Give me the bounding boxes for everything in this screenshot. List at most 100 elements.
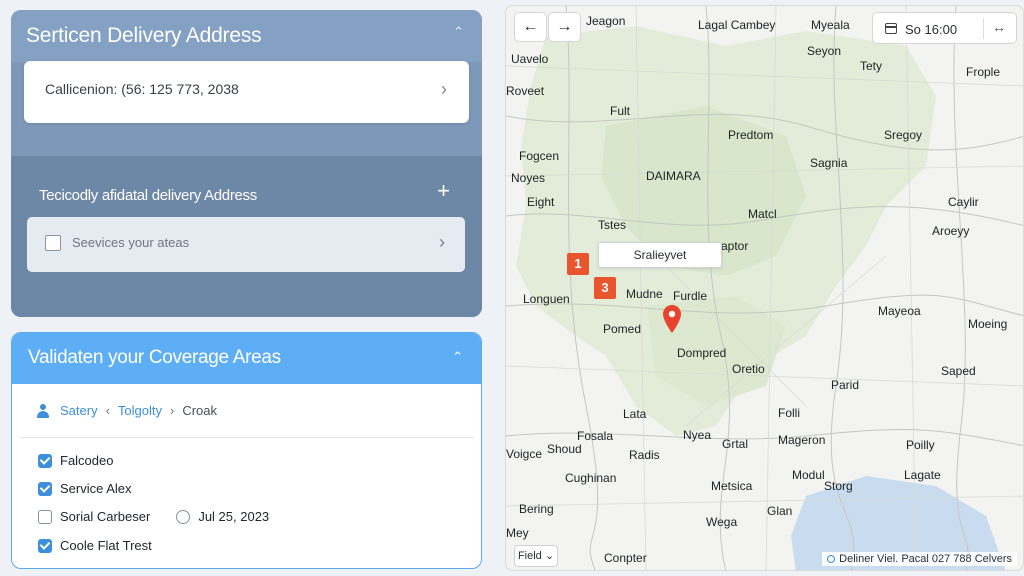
map-label: Fosala: [577, 429, 614, 443]
expand-arrows-icon[interactable]: ↔: [992, 19, 1006, 35]
map-label: Bering: [519, 502, 554, 516]
map-label: Voigce: [506, 447, 543, 461]
map-label: Caylir: [948, 195, 979, 209]
map-label: Dompred: [677, 346, 727, 360]
back-button[interactable]: ←: [514, 12, 547, 42]
map-label: Furdle: [673, 289, 708, 303]
map-label: Folli: [778, 406, 801, 420]
collapse-icon[interactable]: ⌃: [453, 24, 464, 40]
option-label: Falcodeo: [60, 453, 114, 468]
divider: [20, 437, 474, 438]
saved-address-card[interactable]: Callicenion: (56: 125 773, 2038 ›: [24, 61, 469, 123]
coverage-option[interactable]: Falcodeo: [38, 453, 113, 468]
additional-address-section: Tecicodly afidatal delivery Address + Se…: [11, 156, 482, 317]
chevron-right-icon[interactable]: ›: [441, 79, 447, 100]
map-label: aptor: [721, 239, 749, 253]
map-label: Myeala: [811, 18, 850, 32]
map-label: Parid: [831, 378, 860, 392]
map-label: Cughinan: [565, 471, 617, 485]
breadcrumb-item[interactable]: Tolgolty: [118, 403, 162, 418]
map-label: Eight: [527, 195, 555, 209]
map-label: Saped: [941, 364, 976, 378]
date-radio[interactable]: [176, 509, 191, 524]
breadcrumb: Satery ‹ Tolgolty › Croak: [36, 403, 217, 418]
map-label: Tstes: [598, 218, 627, 232]
map-label: Lagate: [904, 468, 941, 482]
info-icon: [827, 555, 836, 563]
map-attribution: Deliner Viel. Pacal 027 788 Celvers: [822, 552, 1017, 566]
delivery-address-panel: Serticen Delivery Address ⌃ Callicenion:…: [11, 10, 482, 317]
breadcrumb-item[interactable]: Satery: [60, 403, 98, 418]
map-label: Sagnia: [810, 156, 848, 170]
map-label: Fogcen: [519, 149, 560, 163]
map-label: Lagal Cambey: [698, 18, 776, 32]
chevron-down-icon: ⌄: [544, 550, 555, 562]
map-marker-number[interactable]: 1: [567, 253, 589, 275]
map-label: Poilly: [906, 438, 935, 452]
breadcrumb-current: Croak: [182, 403, 218, 418]
time-selector[interactable]: So 16:00 ↔: [872, 12, 1017, 44]
map-label: Seyon: [807, 44, 842, 58]
map-label: Lata: [623, 407, 647, 421]
map-view[interactable]: Jeagon Lagal Cambey Myeala Uavelo Seyon …: [505, 5, 1024, 571]
map-label: Nyea: [683, 428, 712, 442]
checkbox[interactable]: [38, 538, 52, 553]
chevron-right-icon: ›: [170, 403, 175, 418]
option-label: Service Alex: [60, 481, 132, 496]
map-label: Sregoy: [884, 128, 923, 142]
map-label: Wega: [706, 515, 738, 529]
coverage-panel: Validaten your Coverage Areas ⌃ Satery ‹…: [11, 332, 482, 569]
map-label: Predtom: [728, 128, 774, 142]
checkbox[interactable]: [38, 509, 52, 524]
map-label: Mudne: [626, 287, 663, 301]
map-label: Moeing: [968, 317, 1008, 331]
map-label: Tety: [860, 59, 883, 73]
saved-address-text: Callicenion: (56: 125 773, 2038: [45, 81, 239, 97]
time-value: So 16:00: [905, 22, 958, 37]
map-label: Matcl: [748, 207, 777, 221]
map-label: Shoud: [547, 442, 582, 456]
map-label: Storg: [824, 479, 853, 493]
map-label: Glan: [767, 504, 793, 518]
service-areas-field[interactable]: Seevices your ateas ›: [27, 217, 465, 272]
map-label: Mey: [506, 526, 529, 540]
attribution-text: Deliner Viel. Pacal 027 788 Celvers: [839, 553, 1012, 565]
map-label: DAIMARA: [646, 169, 701, 183]
chevron-left-icon: ‹: [105, 403, 110, 418]
checkbox[interactable]: [38, 453, 52, 468]
checkbox[interactable]: [38, 481, 52, 496]
map-label: Aroeyy: [932, 224, 970, 238]
map-label: Frople: [966, 65, 1001, 79]
map-tooltip: Sralieyvet: [598, 242, 722, 268]
coverage-option[interactable]: Service Alex: [38, 481, 132, 496]
date-label: Jul 25, 2023: [198, 509, 270, 524]
layer-dropdown[interactable]: Field ⌄: [514, 545, 558, 567]
coverage-option[interactable]: Sorial Carbeser Jul 25, 2023: [38, 509, 269, 524]
calendar-icon: [885, 23, 897, 34]
chevron-right-icon[interactable]: ›: [439, 232, 445, 253]
map-label: Uavelo: [511, 52, 549, 66]
delivery-address-header[interactable]: Serticen Delivery Address ⌃: [11, 10, 482, 62]
map-label: Pomed: [603, 322, 642, 336]
additional-address-title: Tecicodly afidatal delivery Address: [39, 187, 257, 204]
service-areas-placeholder: Seevices your ateas: [72, 235, 190, 250]
collapse-icon[interactable]: ⌃: [452, 349, 463, 365]
add-address-plus-icon[interactable]: +: [437, 180, 450, 202]
map-terrain: [506, 6, 1023, 570]
service-areas-checkbox[interactable]: [45, 235, 61, 251]
coverage-title: Validaten your Coverage Areas: [28, 347, 281, 368]
map-label: Modul: [792, 468, 825, 482]
map-label: Radis: [629, 448, 660, 462]
map-pin-icon[interactable]: [663, 305, 681, 333]
map-label: Grtal: [722, 437, 749, 451]
map-label: Longuen: [523, 292, 570, 306]
map-marker-number[interactable]: 3: [594, 277, 616, 299]
coverage-header[interactable]: Validaten your Coverage Areas ⌃: [12, 333, 481, 384]
map-label: Mayeoa: [878, 304, 921, 318]
map-label: Mageron: [778, 433, 826, 447]
user-icon: [36, 403, 50, 418]
forward-button[interactable]: →: [548, 12, 581, 42]
coverage-option[interactable]: Coole Flat Trest: [38, 538, 152, 553]
map-label: Jeagon: [586, 14, 626, 28]
arrow-right-icon: →: [556, 18, 573, 35]
